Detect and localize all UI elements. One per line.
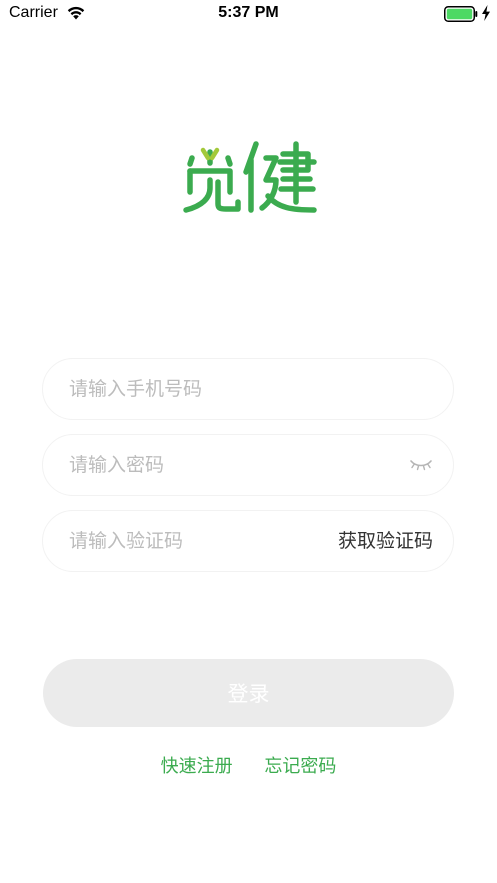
clock: 5:37 PM xyxy=(218,4,279,21)
phone-input[interactable] xyxy=(69,359,329,419)
code-field: 获取验证码 xyxy=(42,510,454,572)
login-button[interactable]: 登录 xyxy=(43,659,454,727)
app-logo-mark xyxy=(183,141,317,213)
auth-links: 快速注册 忘记密码 xyxy=(0,752,497,780)
code-input[interactable] xyxy=(69,511,329,571)
status-bar: Carrier 5:37 PM xyxy=(0,0,497,28)
app-logo xyxy=(180,136,318,214)
password-input[interactable] xyxy=(69,435,329,495)
get-code-button[interactable]: 获取验证码 xyxy=(338,511,433,571)
password-field xyxy=(42,434,454,496)
battery-icon xyxy=(444,6,478,22)
register-link[interactable]: 快速注册 xyxy=(161,752,233,778)
login-screen: Carrier 5:37 PM 请输入手机号码 请输入验证码 获取验证码 登录 … xyxy=(0,0,497,883)
bolt-icon xyxy=(482,5,490,21)
forgot-password-link[interactable]: 忘记密码 xyxy=(264,752,336,778)
phone-field xyxy=(42,358,454,420)
eye-closed-icon[interactable] xyxy=(409,458,433,472)
